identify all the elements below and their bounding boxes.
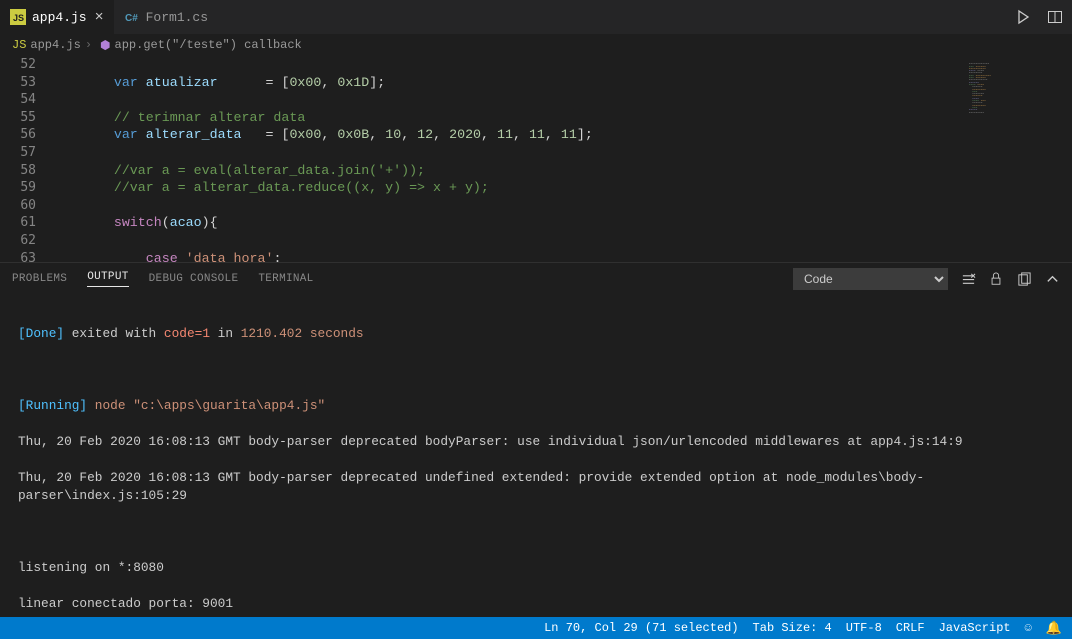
panel-tab-terminal[interactable]: TERMINAL <box>258 273 313 285</box>
open-log-icon[interactable] <box>1016 271 1032 287</box>
notifications-icon[interactable]: 🔔 <box>1046 621 1062 636</box>
feedback-icon[interactable]: ☺ <box>1025 621 1032 635</box>
svg-text:JS: JS <box>13 13 24 23</box>
status-encoding[interactable]: UTF-8 <box>846 621 882 635</box>
output-line: linear conectado porta: 9001 <box>18 595 1054 613</box>
chevron-right-icon: › <box>85 38 92 52</box>
tab-label: Form1.cs <box>146 10 208 25</box>
close-icon[interactable]: × <box>95 9 104 26</box>
svg-text:C#: C# <box>125 13 138 24</box>
output-channel-select[interactable]: Code <box>793 268 948 290</box>
panel-actions: Code <box>793 268 1060 290</box>
code-content[interactable]: var atualizar = [0x00, 0x1D]; // terimna… <box>50 56 1072 262</box>
status-tab-size[interactable]: Tab Size: 4 <box>753 621 832 635</box>
panel-tab-output[interactable]: OUTPUT <box>87 271 128 287</box>
method-icon: ⬢ <box>100 38 110 53</box>
tab-app4js[interactable]: JS app4.js × <box>0 0 114 34</box>
output-line: [Done] exited with code=1 in 1210.402 se… <box>18 325 1054 343</box>
status-eol[interactable]: CRLF <box>896 621 925 635</box>
status-bar: Ln 70, Col 29 (71 selected) Tab Size: 4 … <box>0 617 1072 639</box>
run-icon[interactable] <box>1014 8 1032 26</box>
tab-form1cs[interactable]: C# Form1.cs <box>114 0 218 34</box>
panel-tab-debug[interactable]: DEBUG CONSOLE <box>149 273 239 285</box>
code-editor[interactable]: 5253 5455 5657 5859 6061 6263 var atuali… <box>0 56 1072 262</box>
status-language[interactable]: JavaScript <box>939 621 1011 635</box>
js-icon: JS <box>12 38 26 52</box>
output-panel[interactable]: [Done] exited with code=1 in 1210.402 se… <box>0 295 1072 617</box>
lock-scroll-icon[interactable] <box>988 271 1004 287</box>
output-line: listening on *:8080 <box>18 559 1054 577</box>
clear-output-icon[interactable] <box>960 271 976 287</box>
tab-label: app4.js <box>32 10 87 25</box>
output-line: [Running] node "c:\apps\guarita\app4.js" <box>18 397 1054 415</box>
panel-tabs: PROBLEMS OUTPUT DEBUG CONSOLE TERMINAL C… <box>0 262 1072 295</box>
breadcrumb-file: app4.js <box>30 38 80 52</box>
breadcrumb[interactable]: JS app4.js › ⬢ app.get("/teste") callbac… <box>0 34 1072 56</box>
maximize-panel-icon[interactable] <box>1044 271 1060 287</box>
output-line: Thu, 20 Feb 2020 16:08:13 GMT body-parse… <box>18 469 1054 505</box>
line-numbers: 5253 5455 5657 5859 6061 6263 <box>0 56 50 262</box>
js-icon: JS <box>10 9 26 25</box>
split-editor-icon[interactable] <box>1046 8 1064 26</box>
panel-tab-problems[interactable]: PROBLEMS <box>12 273 67 285</box>
editor-actions <box>1014 8 1072 26</box>
breadcrumb-symbol: app.get("/teste") callback <box>115 38 302 52</box>
editor-tabs-bar: JS app4.js × C# Form1.cs <box>0 0 1072 34</box>
minimap[interactable]: ▬▬▬▬▬▬▬▬▬▬▬▬ ▬▬▬ ▬▬▬▬▬▬ ▬▬▬▬▬▬▬▬▬▬ ▬▬▬▬ … <box>968 60 1058 256</box>
status-cursor-position[interactable]: Ln 70, Col 29 (71 selected) <box>544 621 738 635</box>
output-line: Thu, 20 Feb 2020 16:08:13 GMT body-parse… <box>18 433 1054 451</box>
cs-icon: C# <box>124 9 140 25</box>
